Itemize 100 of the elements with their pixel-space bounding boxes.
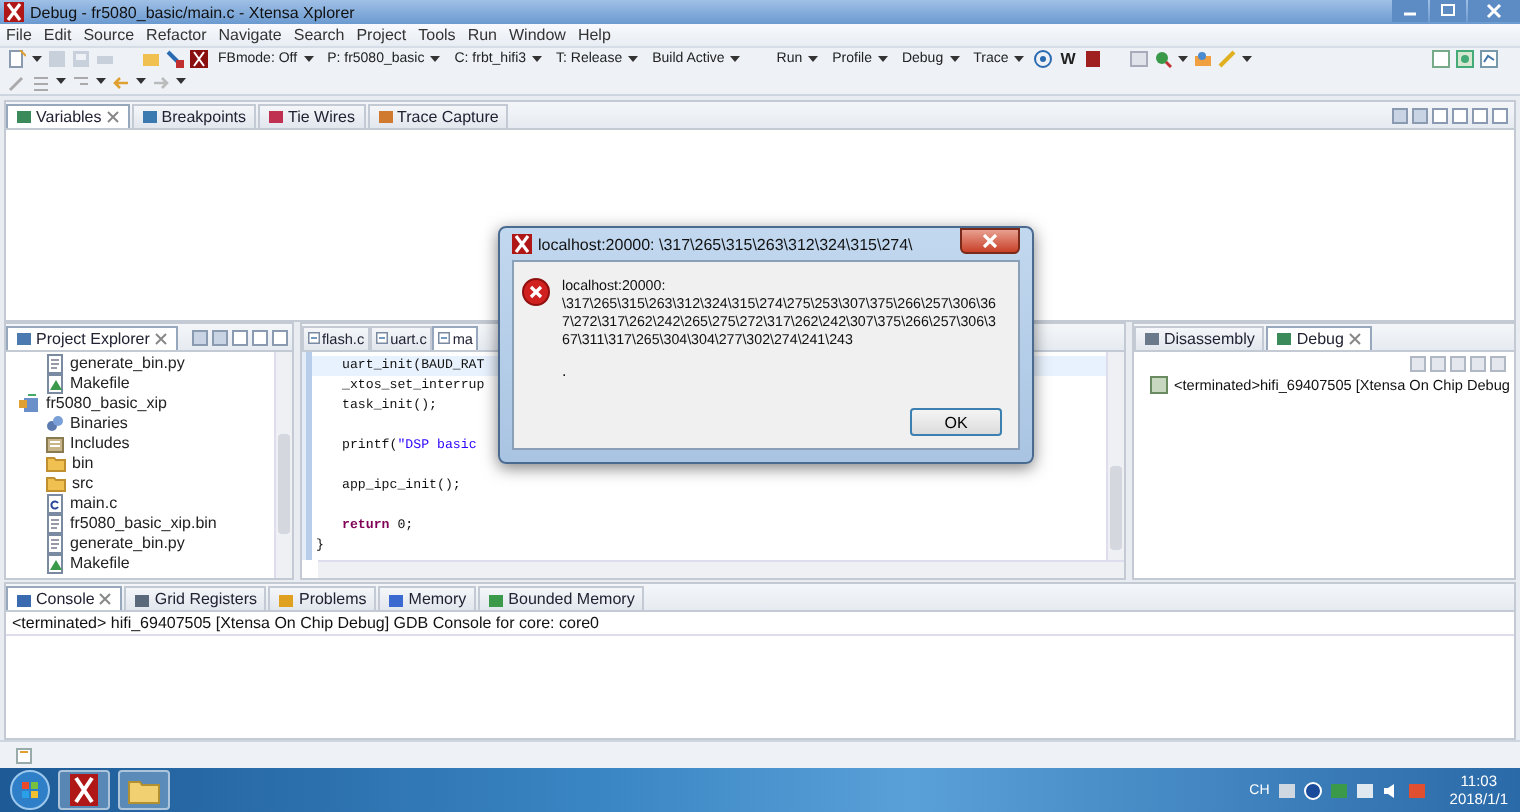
c-file-icon: [438, 332, 451, 345]
view-tab[interactable]: Bounded Memory: [478, 586, 645, 611]
tab-icon: [1276, 330, 1293, 347]
error-icon: [522, 278, 550, 306]
console-header: <terminated> hifi_69407505 [Xtensa On Chip Debug] GDB Console for core: core0: [6, 612, 1514, 637]
close-icon: [982, 234, 998, 248]
tree-item[interactable]: Includes: [6, 433, 274, 454]
debug-perspective-icon[interactable]: [1456, 50, 1474, 69]
view-tab[interactable]: Breakpoints: [131, 103, 257, 128]
menu-item[interactable]: Refactor: [146, 25, 207, 44]
file-icon: [46, 513, 64, 534]
view-tab[interactable]: Debug: [1266, 325, 1372, 350]
makefile-icon: [46, 373, 64, 394]
caret-icon: [808, 55, 819, 64]
tree-item[interactable]: Makefile: [6, 373, 274, 394]
makefile-icon: [46, 553, 64, 574]
app-logo-icon: [4, 2, 24, 22]
start-button-icon[interactable]: [10, 770, 50, 811]
speaker-icon[interactable]: [1381, 781, 1400, 800]
tree-item[interactable]: generate_bin.py: [6, 353, 274, 374]
caret-icon: [877, 55, 888, 64]
close-icon[interactable]: [1468, 0, 1520, 22]
scrollbar[interactable]: [1106, 351, 1124, 561]
caret-icon: [1014, 55, 1025, 64]
c-file-icon: [46, 493, 64, 514]
menu-item[interactable]: Help: [577, 25, 611, 44]
error-detail: .: [562, 362, 569, 380]
menu-item[interactable]: Tools: [418, 25, 456, 44]
view-tab[interactable]: Disassembly: [1134, 325, 1265, 350]
view-tab[interactable]: Memory: [378, 586, 477, 611]
caret-icon: [1177, 55, 1188, 64]
xtensa-icon[interactable]: [190, 50, 208, 69]
close-icon[interactable]: [105, 109, 120, 124]
caret-icon: [56, 78, 66, 87]
window-title: Debug - fr5080_basic/main.c - Xtensa Xplorer: [30, 3, 357, 21]
taskbar-button[interactable]: [118, 770, 170, 811]
caret-icon: [628, 55, 639, 64]
view-tab[interactable]: Grid Registers: [124, 586, 267, 611]
menu-item[interactable]: Window: [509, 25, 566, 44]
tab-icon: [268, 108, 285, 125]
app-logo-icon: [70, 774, 98, 807]
launch-icon: [1150, 376, 1168, 395]
tree-item[interactable]: generate_bin.py: [6, 533, 274, 554]
tab-icon: [377, 108, 393, 125]
close-button[interactable]: [960, 228, 1020, 254]
tab-icon: [16, 108, 32, 125]
view-tab[interactable]: Variables: [6, 103, 130, 128]
scrollbar[interactable]: [318, 560, 1124, 579]
caret-icon: [32, 55, 42, 64]
view-tab[interactable]: Console: [6, 586, 123, 611]
tab-icon: [141, 108, 158, 125]
menu-item[interactable]: Run: [467, 25, 497, 44]
tree-item[interactable]: main.c: [6, 493, 274, 514]
view-tab[interactable]: Trace Capture: [367, 103, 509, 128]
help-icon[interactable]: [1034, 50, 1053, 69]
caret-icon: [532, 55, 543, 64]
caret-icon: [136, 78, 146, 87]
project-icon: [18, 393, 40, 414]
close-icon[interactable]: [153, 331, 168, 346]
tab-icon: [16, 330, 32, 347]
caret-icon: [949, 55, 960, 64]
tree-item[interactable]: fr5080_basic_xip.bin: [6, 513, 274, 534]
new-file-icon[interactable]: [8, 50, 26, 69]
w-button[interactable]: W: [1058, 48, 1078, 71]
menu-item[interactable]: File: [6, 25, 32, 44]
ok-button[interactable]: OK: [910, 408, 1002, 436]
c-file-icon: [308, 332, 320, 345]
trace-perspective-icon[interactable]: [1480, 50, 1498, 69]
menu-item[interactable]: Search: [293, 25, 345, 44]
tree-item[interactable]: Makefile: [6, 553, 274, 574]
tree-item[interactable]: fr5080_basic_xip: [6, 393, 274, 414]
close-icon[interactable]: [1347, 331, 1362, 346]
view-tab[interactable]: Problems: [268, 586, 377, 611]
menu-item[interactable]: Edit: [43, 25, 72, 44]
pencil-icon[interactable]: [1217, 50, 1236, 69]
menu-item[interactable]: Navigate: [218, 25, 282, 44]
menu-item[interactable]: Project: [356, 25, 407, 44]
app-logo-icon: [512, 234, 532, 254]
tree-item[interactable]: src: [6, 473, 274, 494]
search-icon[interactable]: [1153, 50, 1172, 69]
view-tab[interactable]: Tie Wires: [258, 103, 365, 128]
tree-item[interactable]: bin: [6, 453, 274, 474]
menu-item[interactable]: Source: [83, 25, 135, 44]
pen-icon[interactable]: [8, 73, 26, 92]
file-icon: [46, 533, 64, 554]
view-tab[interactable]: Project Explorer: [6, 325, 178, 350]
taskbar-button[interactable]: [58, 770, 110, 811]
list-icon[interactable]: [32, 73, 50, 92]
tree-item[interactable]: Binaries: [6, 413, 274, 434]
close-icon[interactable]: [98, 592, 113, 607]
caret-icon: [430, 55, 441, 64]
scrollbar[interactable]: [274, 351, 292, 579]
tab-icon: [278, 591, 295, 608]
back-icon[interactable]: [112, 73, 130, 92]
tab-icon: [488, 591, 505, 608]
tab-icon: [134, 591, 151, 608]
c-file-icon: [376, 332, 389, 345]
open-folder-icon[interactable]: [1193, 50, 1212, 69]
tab-icon: [388, 591, 405, 608]
binaries-icon: [46, 413, 64, 434]
